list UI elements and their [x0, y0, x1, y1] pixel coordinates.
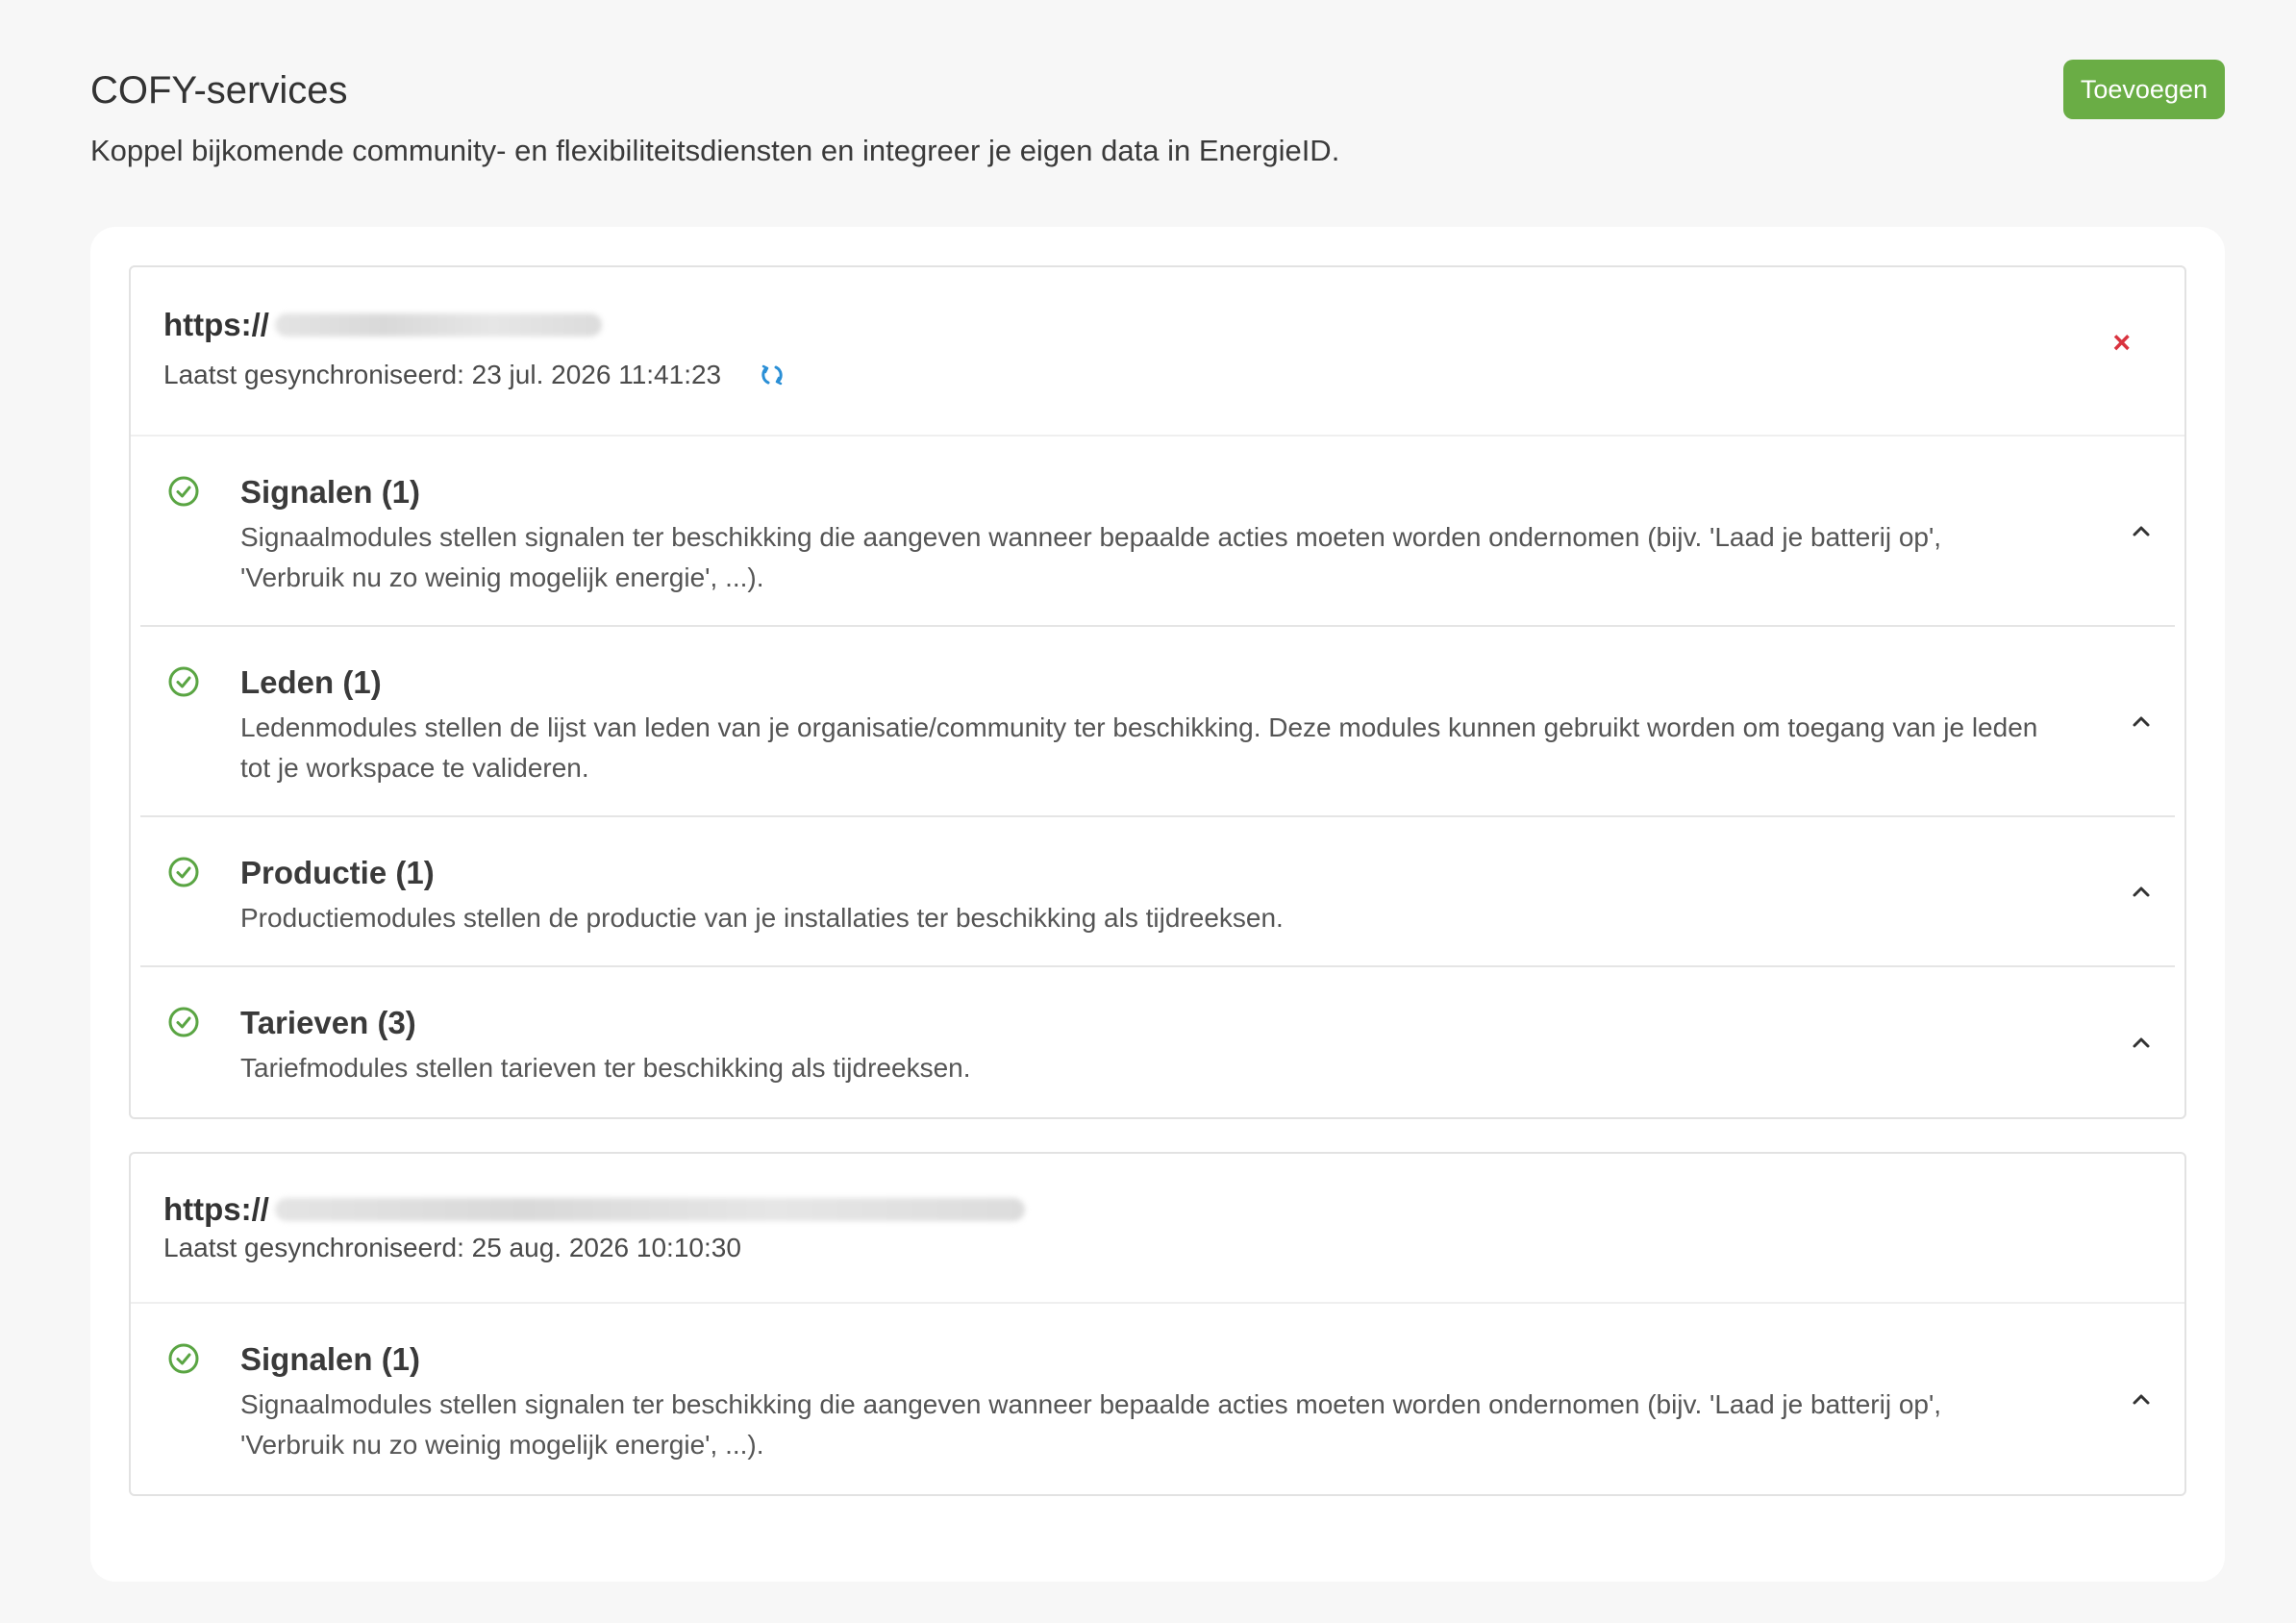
module-description: Signaalmodules stellen signalen ter besc… — [240, 522, 1942, 592]
sync-timestamp: Laatst gesynchroniseerd: 25 aug. 2026 10… — [163, 1233, 741, 1262]
module-item-signalen[interactable]: Signalen (1) Signaalmodules stellen sign… — [140, 437, 2175, 627]
sync-status: Laatst gesynchroniseerd: 23 jul. 2026 11… — [163, 360, 2152, 390]
check-circle-icon — [168, 666, 199, 697]
module-item-productie[interactable]: Productie (1) Productiemodules stellen d… — [140, 817, 2175, 967]
check-circle-icon — [168, 1007, 199, 1037]
refresh-icon[interactable] — [758, 361, 786, 389]
service-header: https:// Laatst gesynchroniseerd: 23 jul… — [131, 267, 2184, 437]
module-item-tarieven[interactable]: Tarieven (3) Tariefmodules stellen tarie… — [140, 967, 2175, 1117]
module-title: Signalen (1) — [240, 1341, 421, 1377]
module-description: Ledenmodules stellen de lijst van leden … — [240, 712, 2038, 783]
cofy-services-page: COFY-services Koppel bijkomende communit… — [0, 0, 2296, 1623]
check-circle-icon — [168, 476, 199, 507]
service-url: https:// — [163, 1154, 2152, 1231]
module-item-signalen[interactable]: Signalen (1) Signaalmodules stellen sign… — [140, 1304, 2175, 1494]
page-header: COFY-services Koppel bijkomende communit… — [90, 60, 2225, 171]
service-url-prefix: https:// — [163, 307, 269, 342]
page-title: COFY-services — [90, 69, 348, 112]
module-title: Signalen (1) — [240, 474, 421, 510]
chevron-up-icon[interactable] — [2129, 709, 2154, 734]
sync-timestamp: Laatst gesynchroniseerd: 23 jul. 2026 11… — [163, 360, 722, 389]
chevron-up-icon[interactable] — [2129, 879, 2154, 904]
services-panel: https:// Laatst gesynchroniseerd: 23 jul… — [90, 227, 2225, 1582]
service-url: https:// — [163, 267, 2152, 346]
sync-status: Laatst gesynchroniseerd: 25 aug. 2026 10… — [163, 1233, 2152, 1263]
module-description: Signaalmodules stellen signalen ter besc… — [240, 1389, 1942, 1460]
redacted-url — [274, 313, 602, 337]
module-title: Tarieven (3) — [240, 1005, 416, 1040]
close-icon[interactable]: × — [2112, 327, 2131, 358]
service-card: https:// Laatst gesynchroniseerd: 25 aug… — [129, 1152, 2186, 1496]
module-description: Tariefmodules stellen tarieven ter besch… — [240, 1053, 971, 1083]
module-description: Productiemodules stellen de productie va… — [240, 903, 1284, 933]
module-title: Productie (1) — [240, 855, 435, 890]
add-service-button[interactable]: Toevoegen — [2062, 60, 2225, 119]
service-card: https:// Laatst gesynchroniseerd: 23 jul… — [129, 265, 2186, 1119]
redacted-url — [274, 1198, 1025, 1221]
chevron-up-icon[interactable] — [2129, 1030, 2154, 1055]
module-item-leden[interactable]: Leden (1) Ledenmodules stellen de lijst … — [140, 627, 2175, 817]
chevron-up-icon[interactable] — [2129, 1386, 2154, 1411]
service-url-prefix: https:// — [163, 1191, 269, 1227]
service-header: https:// Laatst gesynchroniseerd: 25 aug… — [131, 1154, 2184, 1304]
check-circle-icon — [168, 1343, 199, 1374]
module-title: Leden (1) — [240, 664, 382, 700]
check-circle-icon — [168, 857, 199, 887]
page-description: Koppel bijkomende community- en flexibil… — [90, 134, 1340, 167]
chevron-up-icon[interactable] — [2129, 518, 2154, 543]
